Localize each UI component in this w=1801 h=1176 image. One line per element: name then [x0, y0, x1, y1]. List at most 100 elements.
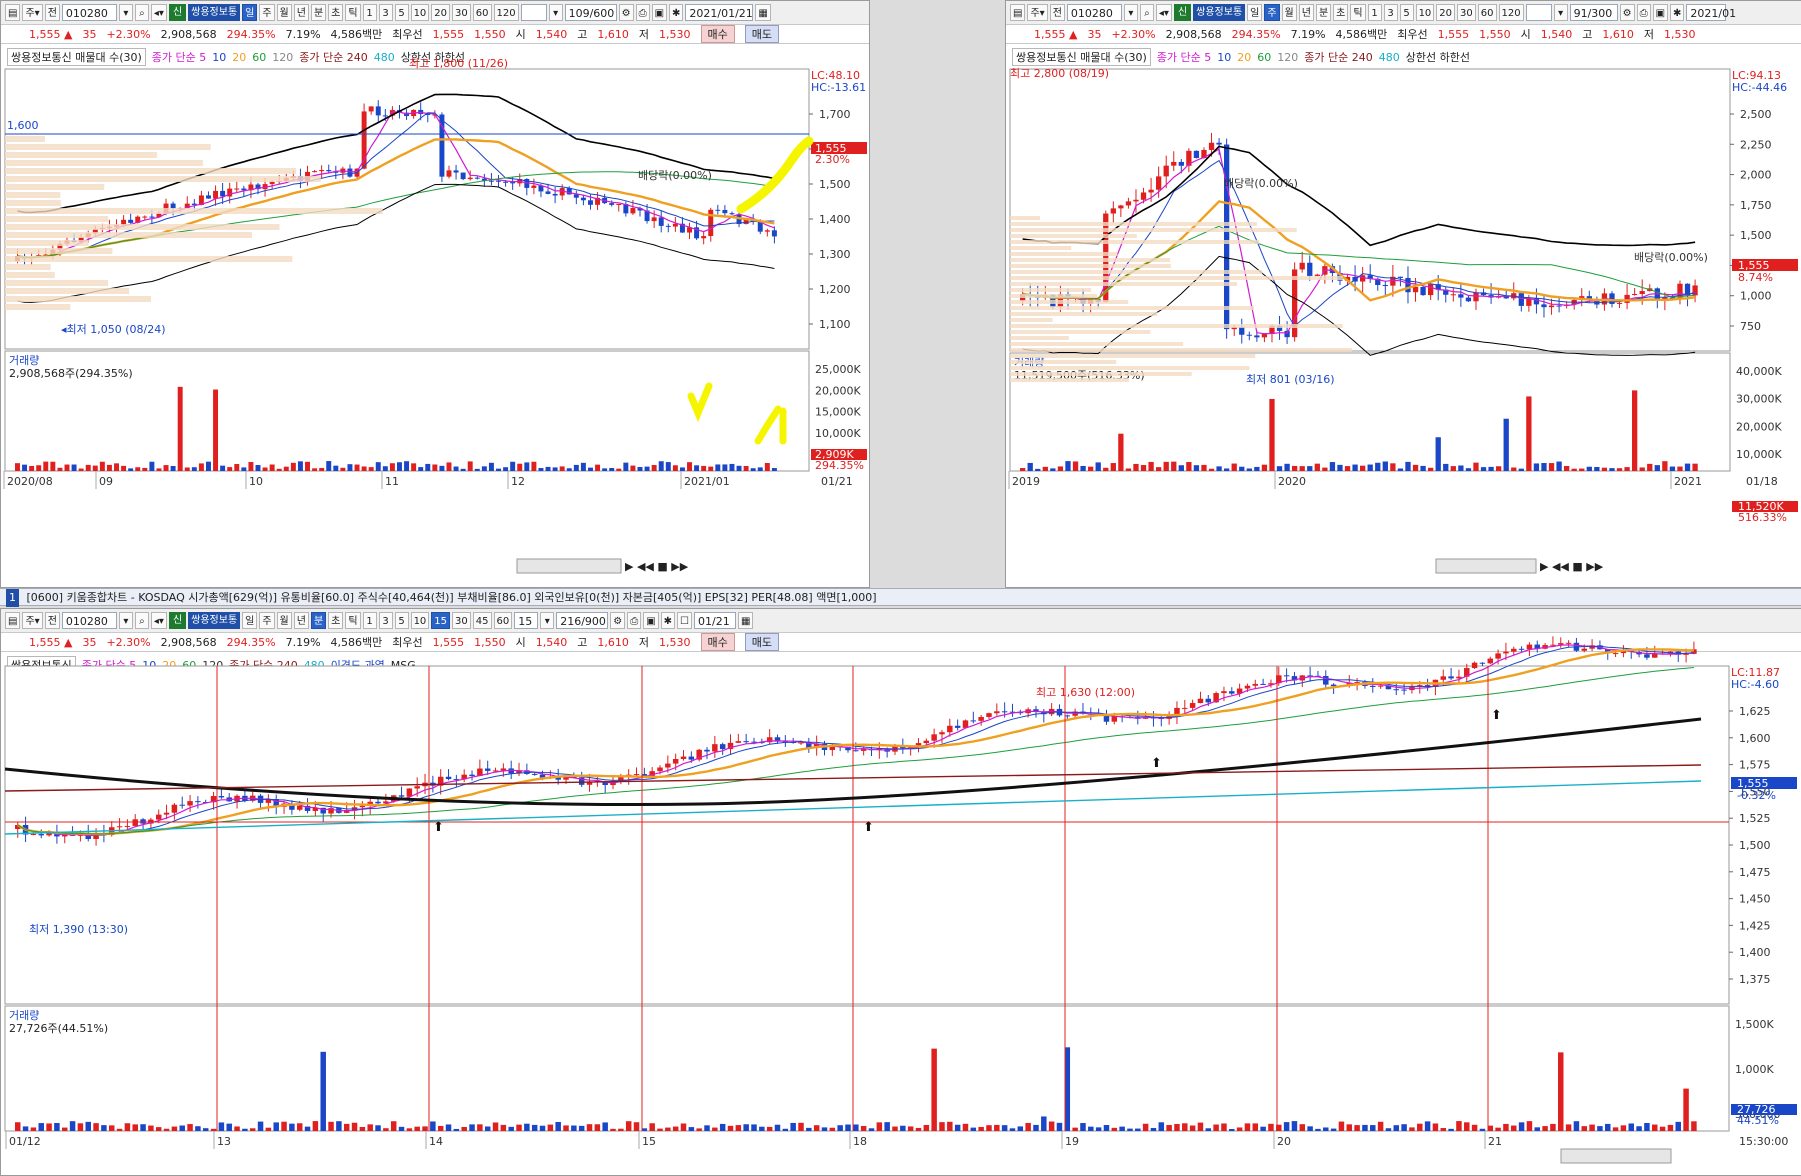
candle-body: [1397, 276, 1404, 278]
volume-bar: [85, 1121, 91, 1131]
candle-body: [531, 185, 537, 188]
volume-profile-bar: [1010, 342, 1184, 346]
volume-bar: [658, 461, 664, 471]
volume-bar: [1456, 1121, 1462, 1131]
x-axis-label: 21: [1488, 1135, 1502, 1148]
candle-body: [764, 230, 770, 232]
volume-bar: [1252, 1123, 1259, 1131]
volume-tick-label: 15,000K: [815, 406, 861, 419]
candle-body: [573, 194, 579, 198]
volume-bar: [347, 464, 353, 471]
candle-body: [1261, 333, 1268, 338]
candle-body: [1221, 691, 1227, 694]
volume-bar: [1495, 1127, 1501, 1131]
volume-bar: [140, 1124, 146, 1131]
candle-body: [1450, 294, 1456, 296]
volume-bar: [1189, 1125, 1196, 1131]
weekly-chart-canvas[interactable]: 2,5002,2502,0001,7501,5001,2501,00075040…: [1006, 1, 1801, 587]
volume-bar: [672, 465, 678, 471]
candle-body: [503, 181, 509, 183]
volume-bar: [1080, 1123, 1086, 1131]
candle-body: [132, 819, 138, 826]
x-axis-label: 2021/01: [684, 475, 730, 488]
candle-body: [1260, 683, 1266, 685]
volume-bar: [312, 1121, 319, 1131]
intraday-chart-canvas[interactable]: 1,6251,6001,5751,5501,5251,5001,4751,450…: [1, 609, 1801, 1175]
volume-bar: [1573, 1121, 1580, 1131]
volume-bar: [1042, 466, 1048, 471]
volume-bar: [580, 462, 586, 471]
volume-profile-bar: [1010, 288, 1092, 292]
x-axis-label: 2019: [1012, 475, 1040, 488]
volume-bar: [1424, 1121, 1431, 1131]
volume-bar: [46, 1123, 52, 1131]
volume-bar: [1667, 1124, 1674, 1131]
y-tick-label: 1,400: [819, 213, 851, 226]
volume-bar: [78, 468, 84, 471]
volume-bar: [155, 1127, 162, 1131]
volume-bar: [1609, 468, 1615, 471]
candle-body: [630, 208, 636, 214]
volume-bar: [1338, 1121, 1345, 1131]
volume-bar: [1393, 1125, 1400, 1131]
candle-body: [124, 825, 131, 827]
y-tick-label: 1,625: [1739, 705, 1771, 718]
candle-body: [241, 188, 247, 191]
volume-bar: [445, 1124, 452, 1131]
volume-profile-bar: [5, 176, 321, 182]
volume-bar: [610, 1128, 616, 1131]
volume-bar: [1377, 1121, 1384, 1131]
volume-title: 거래량: [9, 354, 39, 367]
volume-bar: [1269, 398, 1275, 471]
volume-profile-bar: [1010, 246, 1072, 250]
volume-profile-bar: [5, 280, 109, 286]
candle-body: [213, 190, 219, 199]
candle-body: [171, 804, 178, 813]
volume-bar: [101, 1125, 107, 1131]
volume-bar: [248, 462, 254, 471]
volume-bar: [367, 1124, 373, 1131]
volume-tick-label: 10,000K: [815, 427, 861, 440]
y-tick-label: 1,525: [1739, 812, 1771, 825]
candle-body: [1111, 716, 1118, 722]
candle-body: [1118, 205, 1124, 209]
chart-info-text: [0600] 키움종합차트 - KOSDAQ 시가총액[629(억)] 유통비율…: [26, 591, 877, 604]
hc-label: HC:-13.61: [811, 81, 866, 94]
dividend-note: 배당락(0.00%): [1224, 177, 1298, 190]
volume-bar: [361, 466, 367, 471]
volume-bar: [1511, 1125, 1517, 1131]
daily-chart-canvas[interactable]: 1,700 1,600 1,500 1,400 1,300 1,200 1,100 25,00…: [1, 1, 869, 587]
volume-bar: [1644, 1122, 1650, 1131]
volume-bar: [649, 1123, 655, 1131]
volume-bar: [1675, 1121, 1681, 1131]
candle-body: [962, 720, 969, 728]
volume-bar: [149, 461, 155, 471]
candle-body: [1370, 685, 1376, 687]
volume-bar: [305, 461, 310, 471]
y-tick-label: 1,600: [1739, 732, 1771, 745]
candle-body: [319, 170, 325, 172]
y-tick-label: 1,200: [819, 283, 851, 296]
candle-body: [970, 720, 977, 722]
volume-bar: [939, 1122, 945, 1131]
y-tick-label: 1,100: [819, 318, 851, 331]
volume-bar: [1511, 467, 1517, 471]
candle-body: [588, 200, 593, 205]
volume-profile-bar: [1010, 222, 1258, 226]
candle-body: [375, 801, 381, 804]
candle-body: [1182, 707, 1188, 709]
candle-body: [1541, 304, 1547, 308]
volume-bar: [595, 464, 601, 471]
candle-body: [496, 180, 501, 182]
volume-bar: [1346, 1124, 1353, 1131]
candle-body: [1125, 201, 1132, 206]
volume-bar: [198, 463, 204, 471]
volume-bar: [85, 464, 91, 471]
volume-bar: [1628, 1123, 1634, 1131]
volume-bar: [496, 468, 501, 471]
volume-bar: [750, 468, 756, 471]
x-axis-label: 2020/08: [7, 475, 53, 488]
volume-bar: [202, 1128, 209, 1131]
volume-bar: [736, 465, 742, 471]
candle-body: [1503, 651, 1509, 654]
